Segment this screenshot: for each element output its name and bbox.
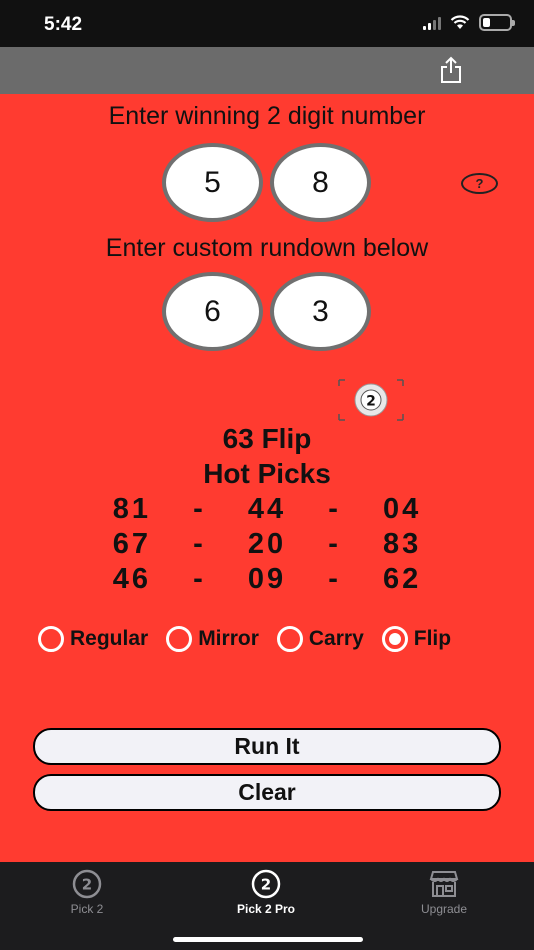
status-bar: 5:42 xyxy=(0,0,534,47)
winning-digit-2-field[interactable]: 8 xyxy=(270,143,371,222)
number-2-icon: 2 xyxy=(72,869,102,899)
ball-icon-digit: 2 xyxy=(366,394,376,410)
rundown-digit-2-field[interactable]: 3 xyxy=(270,272,371,351)
radio-off-icon xyxy=(276,626,303,652)
tab-upgrade[interactable]: Upgrade xyxy=(374,868,514,916)
tab-pick-2[interactable]: 2 Pick 2 xyxy=(17,868,157,916)
svg-text:2: 2 xyxy=(261,876,271,894)
mode-carry-label: Carry xyxy=(308,627,364,650)
radio-off-icon xyxy=(166,626,193,652)
tab-label: Upgrade xyxy=(420,902,468,916)
winning-number-label: Enter winning 2 digit number xyxy=(108,102,426,130)
mode-flip-label: Flip xyxy=(413,627,452,650)
radio-off-icon xyxy=(38,626,64,652)
mode-regular-radio[interactable]: Regular xyxy=(38,626,148,652)
signal-icon xyxy=(423,16,441,30)
help-button[interactable]: ? xyxy=(461,173,498,194)
mode-mirror-label: Mirror xyxy=(198,627,259,650)
tab-label: Pick 2 xyxy=(70,902,104,916)
mode-regular-label: Regular xyxy=(70,627,149,650)
clear-button[interactable]: Clear xyxy=(33,774,501,811)
tab-pick-2-pro[interactable]: 2 Pick 2 Pro xyxy=(196,868,336,916)
status-icons xyxy=(423,14,515,31)
mode-carry-radio[interactable]: Carry xyxy=(276,626,364,652)
mode-flip-radio[interactable]: Flip xyxy=(381,626,452,652)
custom-rundown-label: Enter custom rundown below xyxy=(105,234,429,262)
winning-digit-1-field[interactable]: 5 xyxy=(162,143,263,222)
rundown-digit-1-field[interactable]: 6 xyxy=(162,272,263,351)
home-indicator xyxy=(173,937,363,942)
pick2-ball-icon: 2 xyxy=(338,379,404,421)
result-title: 63 Flip xyxy=(222,423,312,454)
mode-mirror-radio[interactable]: Mirror xyxy=(166,626,259,652)
tab-label: Pick 2 Pro xyxy=(236,902,296,916)
radio-on-icon xyxy=(381,626,408,652)
number-2-icon: 2 xyxy=(251,869,281,899)
share-icon[interactable] xyxy=(436,55,466,85)
mode-radio-group: Regular Mirror Carry Flip xyxy=(38,626,451,652)
status-time: 5:42 xyxy=(44,14,83,35)
result-subtitle: Hot Picks xyxy=(203,458,331,489)
navigation-bar xyxy=(0,47,534,94)
store-icon xyxy=(429,871,459,897)
wifi-icon xyxy=(450,15,470,29)
pick-row-3: 46 - 09 - 62 xyxy=(112,563,422,595)
battery-icon xyxy=(479,14,515,31)
run-it-button[interactable]: Run It xyxy=(33,728,501,765)
pick-row-1: 81 - 44 - 04 xyxy=(112,493,422,525)
pick-row-2: 67 - 20 - 83 xyxy=(112,528,422,560)
svg-text:2: 2 xyxy=(82,876,92,894)
